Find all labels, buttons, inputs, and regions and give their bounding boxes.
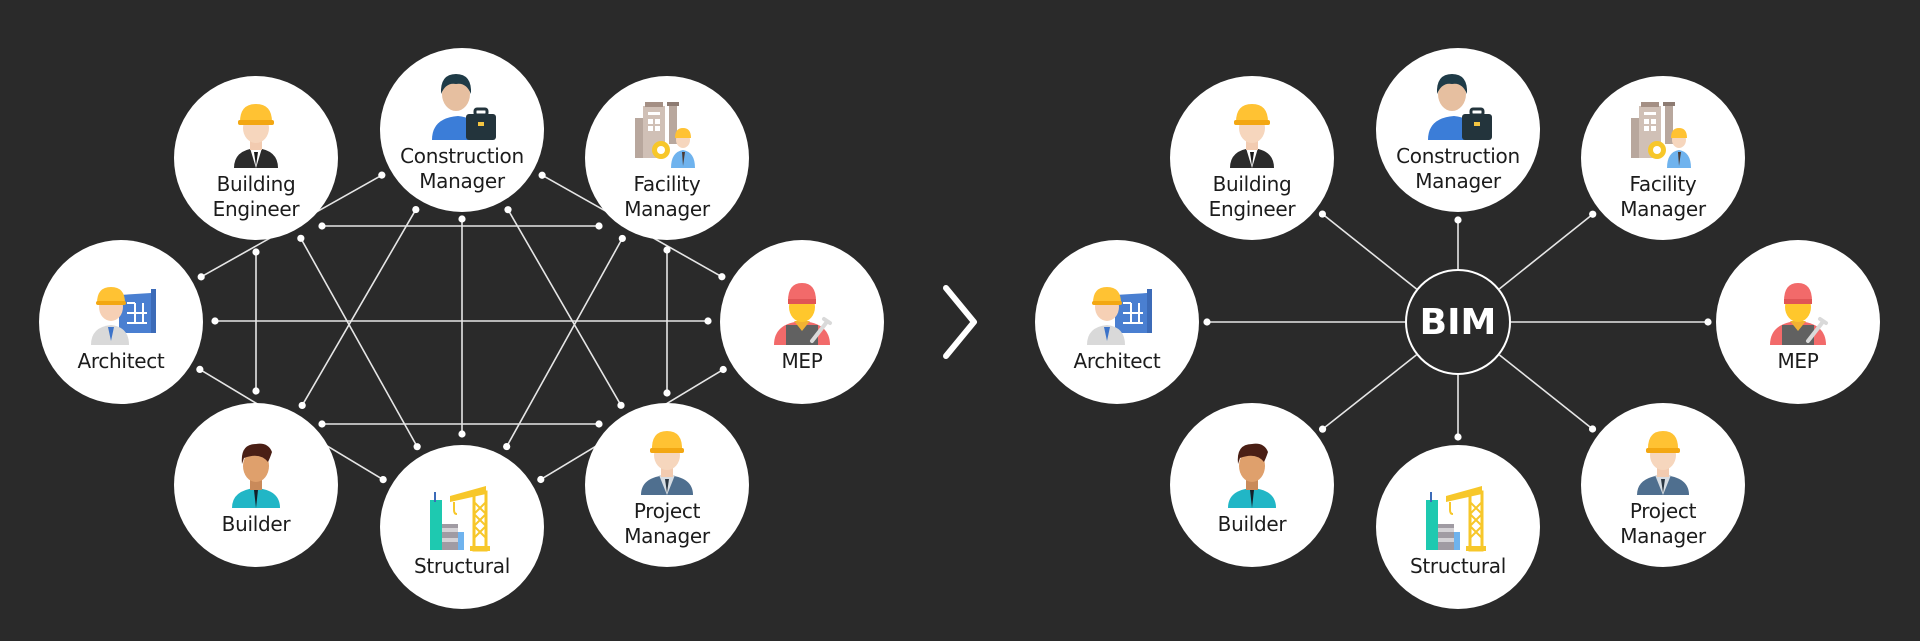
spoke-builder-to-bim	[1322, 354, 1417, 430]
connector-dot	[297, 234, 305, 242]
connector-dot	[197, 273, 205, 281]
architect-blueprint-icon	[1087, 286, 1152, 345]
connector-dot	[537, 475, 545, 484]
connection-facility-manager-to-structural	[505, 238, 624, 447]
connector-dot	[595, 420, 603, 428]
facility-building-gear-icon	[635, 102, 695, 168]
node-label: Builder	[1217, 511, 1287, 536]
connector-dot	[719, 365, 727, 374]
connector-dot	[618, 234, 626, 243]
left-node-facility-manager: Facility Manager	[585, 76, 749, 240]
node-label: Structural	[1410, 553, 1506, 578]
node-label: Project Manager	[1620, 499, 1706, 548]
right-node-project-manager: Project Manager	[1581, 403, 1745, 567]
left-node-structural: Structural	[380, 445, 544, 609]
right-node-builder: Builder	[1170, 403, 1334, 567]
left-node-construction-manager: Construction Manager	[380, 48, 544, 212]
structure-crane-icon	[1426, 485, 1486, 551]
connection-building-engineer-to-structural	[300, 237, 418, 448]
connector-dot	[252, 248, 260, 256]
left-node-project-manager: Project Manager	[585, 403, 749, 567]
bim-hub: BIM	[1405, 269, 1511, 375]
spoke-building-engineer-to-bim	[1321, 213, 1418, 290]
structure-crane-icon	[430, 485, 490, 551]
manager-briefcase-icon	[1428, 74, 1492, 140]
spoke-project-manager-to-bim	[1498, 354, 1594, 430]
spoke-facility-manager-to-bim	[1498, 213, 1594, 290]
engineer-hardhat-suit-icon	[1230, 104, 1274, 168]
connector-dot	[595, 222, 603, 230]
right-node-structural: Structural	[1376, 445, 1540, 609]
connector-dot	[318, 222, 326, 230]
connector-dot	[413, 443, 421, 451]
connector-dot	[617, 401, 625, 409]
node-label: MEP	[1777, 348, 1819, 373]
project-manager-hardhat-icon	[641, 431, 693, 495]
node-label: Facility Manager	[624, 172, 710, 221]
builder-person-icon	[1228, 443, 1276, 508]
connector-dot	[458, 430, 466, 438]
project-manager-hardhat-icon	[1637, 431, 1689, 495]
right-node-mep: MEP	[1716, 240, 1880, 404]
connector-dot	[663, 389, 671, 397]
node-label: Construction Manager	[1396, 144, 1520, 193]
connector-dot	[663, 246, 671, 254]
connector-dot	[718, 273, 726, 281]
connector-dot	[1588, 425, 1597, 433]
left-node-mep: MEP	[720, 240, 884, 404]
connector-dot	[1454, 433, 1462, 441]
connector-dot	[211, 317, 219, 325]
connector-dot	[538, 171, 546, 179]
right-node-building-engineer: Building Engineer	[1170, 76, 1334, 240]
right-node-facility-manager: Facility Manager	[1581, 76, 1745, 240]
architect-blueprint-icon	[91, 286, 156, 345]
node-label: Project Manager	[624, 499, 710, 548]
node-label: Builder	[221, 511, 291, 536]
left-node-architect: Architect	[39, 240, 203, 404]
connector-dot	[196, 365, 204, 374]
node-label: MEP	[781, 348, 823, 373]
connector-dot	[1318, 425, 1327, 433]
node-label: Architect	[77, 348, 165, 373]
node-label: Building Engineer	[212, 172, 300, 221]
connector-dot	[1704, 318, 1712, 326]
bim-hub-label: BIM	[1419, 301, 1497, 343]
connector-dot	[318, 420, 326, 428]
connector-dot	[379, 475, 387, 484]
connection-construction-manager-to-builder	[301, 209, 417, 406]
connector-dot	[704, 317, 712, 325]
connector-dot	[458, 215, 466, 223]
engineer-hardhat-suit-icon	[234, 104, 278, 168]
connector-dot	[503, 442, 511, 451]
connector-dot	[298, 401, 306, 410]
mechanic-wrench-icon	[1770, 282, 1828, 345]
node-label: Structural	[414, 553, 510, 578]
connector-dot	[412, 205, 420, 214]
connector-dot	[504, 206, 512, 214]
left-node-builder: Builder	[174, 403, 338, 567]
facility-building-gear-icon	[1631, 102, 1691, 168]
node-label: Construction Manager	[400, 144, 524, 193]
right-node-construction-manager: Construction Manager	[1376, 48, 1540, 212]
builder-person-icon	[232, 443, 280, 508]
connector-dot	[1318, 210, 1327, 218]
manager-briefcase-icon	[432, 74, 496, 140]
connection-construction-manager-to-project-manager	[507, 209, 622, 406]
chevron-right-icon	[943, 285, 977, 359]
connector-dot	[1454, 216, 1462, 224]
node-label: Facility Manager	[1620, 172, 1706, 221]
connector-dot	[378, 171, 386, 179]
right-node-architect: Architect	[1035, 240, 1199, 404]
node-label: Architect	[1073, 348, 1161, 373]
connector-dot	[252, 387, 260, 395]
node-label: Building Engineer	[1208, 172, 1296, 221]
connector-dot	[1203, 318, 1211, 326]
connector-dot	[1589, 210, 1597, 218]
mechanic-wrench-icon	[774, 282, 832, 345]
left-node-building-engineer: Building Engineer	[174, 76, 338, 240]
